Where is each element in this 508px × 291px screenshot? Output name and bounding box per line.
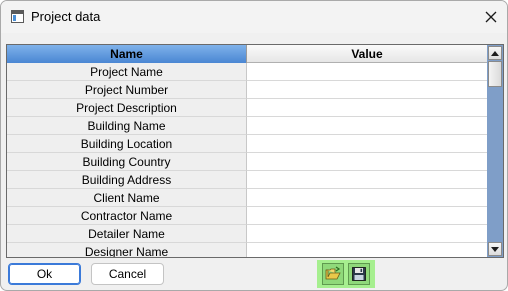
table-row[interactable]: Project Name bbox=[7, 63, 487, 81]
floppy-disk-save-icon bbox=[352, 267, 366, 281]
property-value-cell[interactable] bbox=[247, 243, 487, 257]
close-button[interactable] bbox=[477, 5, 505, 29]
project-data-grid: Name Value Project Name Project Number Pro… bbox=[6, 44, 504, 258]
property-name-cell: Contractor Name bbox=[7, 207, 247, 225]
arrow-up-icon bbox=[491, 50, 499, 56]
property-name-cell: Building Location bbox=[7, 135, 247, 153]
table-row[interactable]: Contractor Name bbox=[7, 207, 487, 225]
column-header-value[interactable]: Value bbox=[247, 45, 487, 63]
property-value-cell[interactable] bbox=[247, 81, 487, 99]
property-value-cell[interactable] bbox=[247, 153, 487, 171]
column-header-name[interactable]: Name bbox=[7, 45, 247, 63]
property-name-cell: Building Name bbox=[7, 117, 247, 135]
table-row[interactable]: Project Description bbox=[7, 99, 487, 117]
vertical-scrollbar[interactable] bbox=[487, 45, 503, 257]
grid-rows: Project Name Project Number Project Descri… bbox=[7, 63, 487, 257]
file-toolbar bbox=[317, 260, 375, 288]
property-value-cell[interactable] bbox=[247, 135, 487, 153]
property-name-cell: Building Address bbox=[7, 171, 247, 189]
table-row[interactable]: Building Name bbox=[7, 117, 487, 135]
scroll-down-button[interactable] bbox=[488, 242, 502, 256]
property-value-cell[interactable] bbox=[247, 189, 487, 207]
cancel-button[interactable]: Cancel bbox=[91, 263, 164, 285]
dialog-title: Project data bbox=[31, 9, 101, 24]
title-bar: Project data bbox=[1, 1, 507, 33]
property-value-cell[interactable] bbox=[247, 225, 487, 243]
table-row[interactable]: Project Number bbox=[7, 81, 487, 99]
property-value-cell[interactable] bbox=[247, 207, 487, 225]
property-name-cell: Project Number bbox=[7, 81, 247, 99]
save-button[interactable] bbox=[348, 263, 370, 285]
table-row[interactable]: Detailer Name bbox=[7, 225, 487, 243]
table-row[interactable]: Building Address bbox=[7, 171, 487, 189]
arrow-down-icon bbox=[491, 246, 499, 252]
project-data-dialog: Project data Name Value Project Name Proj… bbox=[0, 0, 508, 291]
property-name-cell: Building Country bbox=[7, 153, 247, 171]
table-row[interactable]: Designer Name bbox=[7, 243, 487, 257]
property-name-cell: Designer Name bbox=[7, 243, 247, 257]
scroll-thumb[interactable] bbox=[488, 61, 502, 87]
property-name-cell: Client Name bbox=[7, 189, 247, 207]
window-app-icon bbox=[11, 10, 24, 23]
open-folder-icon bbox=[325, 266, 341, 280]
close-icon bbox=[485, 11, 497, 23]
property-value-cell[interactable] bbox=[247, 63, 487, 81]
property-name-cell: Project Name bbox=[7, 63, 247, 81]
property-value-cell[interactable] bbox=[247, 117, 487, 135]
property-name-cell: Detailer Name bbox=[7, 225, 247, 243]
table-row[interactable]: Building Country bbox=[7, 153, 487, 171]
ok-button[interactable]: Ok bbox=[8, 263, 81, 285]
scroll-up-button[interactable] bbox=[488, 46, 502, 60]
property-value-cell[interactable] bbox=[247, 171, 487, 189]
table-row[interactable]: Building Location bbox=[7, 135, 487, 153]
open-button[interactable] bbox=[322, 263, 344, 285]
table-row[interactable]: Client Name bbox=[7, 189, 487, 207]
grid-header: Name Value bbox=[7, 45, 487, 63]
property-name-cell: Project Description bbox=[7, 99, 247, 117]
property-value-cell[interactable] bbox=[247, 99, 487, 117]
